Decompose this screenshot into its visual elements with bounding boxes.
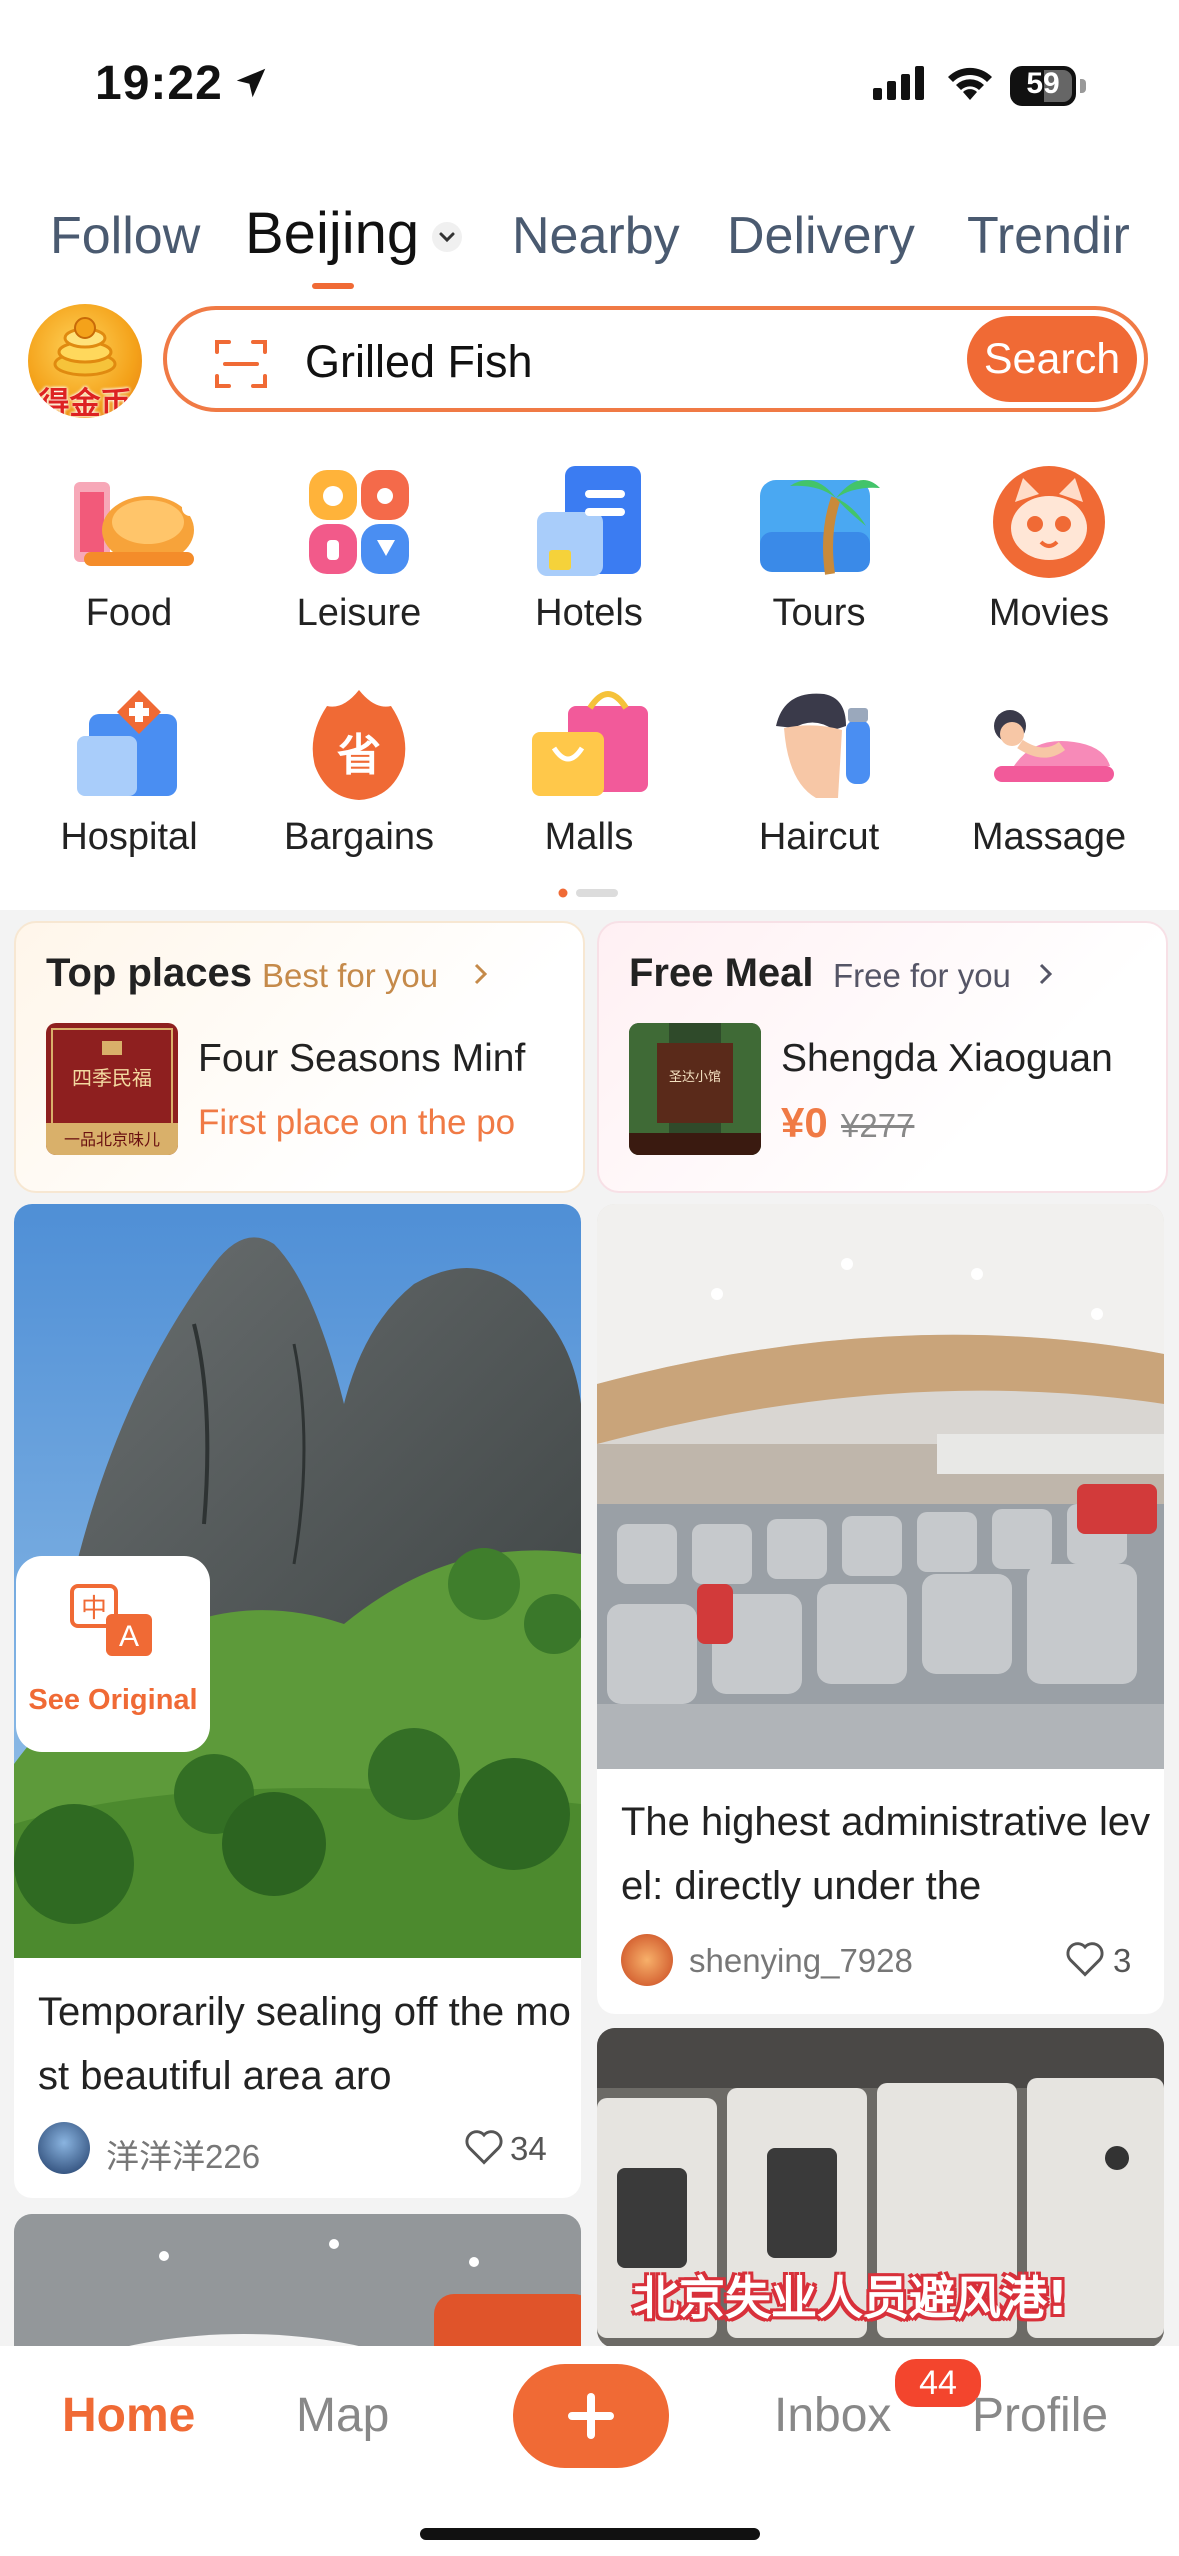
original-price: ¥277 [841,1107,915,1144]
category-leisure[interactable]: Leisure [244,462,474,635]
see-original-button[interactable]: 中 A See Original [16,1556,210,1752]
scan-icon[interactable] [213,336,269,397]
post-title: The highest administrative level: direct… [621,1800,1151,1908]
battery-level: 59 [1026,67,1060,100]
search-bar[interactable]: Grilled Fish Search [163,306,1148,412]
coin-badge-label: 得金币 [38,386,132,418]
restaurant-logo-image: 四季民福 一品北京味儿 [46,1023,178,1155]
category-label: Massage [971,816,1127,858]
palm-tree-icon [754,462,884,582]
heart-icon[interactable] [1063,1936,1107,1985]
hotel-icon [524,462,654,582]
promo-subtitle: Best for you [262,957,439,994]
category-label: Leisure [296,592,422,634]
hospital-icon [64,686,194,806]
gold-coin-badge[interactable]: 得金币 [28,304,142,418]
category-malls[interactable]: Malls [474,686,704,859]
inbox-unread-badge: 44 [892,2356,984,2410]
svg-text:省: 省 [337,730,381,781]
feed-card[interactable]: 中 A See Original Temporarily sealing off… [14,1204,581,2198]
category-label: Hotels [535,592,643,634]
translate-icon: 中 A [70,1584,156,1665]
category-label: Movies [988,592,1110,634]
nav-home[interactable]: Home [62,2388,195,2443]
like-count: 3 [1113,1942,1132,1979]
avatar[interactable] [621,1934,673,1986]
chevron-down-icon[interactable] [432,222,462,252]
category-movies[interactable]: Movies [934,462,1164,635]
plus-icon [568,2393,614,2439]
category-food[interactable]: Food [14,462,244,635]
page-indicator [558,885,620,903]
tab-trending[interactable]: Trendir [967,206,1179,266]
category-hotels[interactable]: Hotels [474,462,704,635]
see-original-label: See Original [28,1684,198,1716]
tab-follow[interactable]: Follow [50,206,200,266]
avatar[interactable] [38,2122,90,2174]
search-button[interactable]: Search [967,316,1137,402]
place-name: Four Seasons Minf [198,1037,526,1080]
nav-inbox[interactable]: Inbox [774,2388,891,2443]
bargain-flame-icon: 省 [294,686,424,806]
category-label: Malls [544,816,634,858]
category-massage[interactable]: Massage [934,686,1164,859]
like-count: 34 [510,2130,547,2167]
battery-icon: 59 [1010,66,1088,106]
photo-overlay-caption: 北京失业人员避风港! [633,2271,1068,2325]
svg-text:圣达小馆: 圣达小馆 [669,1070,721,1085]
leisure-icon [294,462,424,582]
svg-text:中: 中 [81,1594,107,1624]
category-label: Bargains [284,816,434,858]
restaurant-photo: 圣达小馆 [629,1023,761,1155]
promo-title: Free Meal [629,951,814,995]
svg-text:四季民福: 四季民福 [72,1066,152,1090]
category-hospital[interactable]: Hospital [14,686,244,859]
author-name[interactable]: shenying_7928 [689,1942,913,1980]
place-description: First place on the po [198,1103,516,1142]
search-input[interactable]: Grilled Fish [305,336,533,388]
wifi-icon [945,62,995,107]
category-label: Haircut [758,816,880,858]
promo-subtitle: Free for you [833,957,1011,994]
category-haircut[interactable]: Haircut [704,686,934,859]
location-arrow-icon [232,64,270,107]
category-bargains[interactable]: 省 Bargains [244,686,474,859]
haircut-icon [754,686,884,806]
category-tours[interactable]: Tours [704,462,934,635]
roast-chicken-icon [64,462,198,582]
feed-card[interactable]: The highest administrative level: direct… [597,1204,1164,2014]
category-label: Hospital [60,816,198,858]
deal-price: ¥0 [781,1099,828,1146]
free-meal-card[interactable]: Free Meal Free for you 圣达小馆 Shengda Xiao… [597,921,1168,1193]
place-name: Shengda Xiaoguan [781,1037,1113,1080]
create-post-button[interactable] [513,2364,669,2468]
feed-card[interactable]: 北京失业人员避风港! [597,2028,1164,2348]
nav-map[interactable]: Map [296,2388,389,2443]
tab-delivery[interactable]: Delivery [727,206,915,266]
cellular-signal-icon [873,66,929,105]
tab-nearby[interactable]: Nearby [512,206,680,266]
category-label: Food [85,592,173,634]
top-places-card[interactable]: Top places Best for you 四季民福 一品北京味儿 Four… [14,921,585,1193]
auditorium-photo [597,1204,1164,1769]
tab-beijing[interactable]: Beijing [245,200,419,267]
author-name[interactable]: 洋洋洋226 [106,2130,260,2178]
post-title: Temporarily sealing off the most beautif… [38,1990,571,2098]
chevron-right-icon [1036,959,1056,994]
home-indicator [420,2528,760,2540]
svg-text:一品北京味儿: 一品北京味儿 [64,1130,160,1149]
cat-face-icon [984,462,1114,582]
category-label: Tours [772,592,866,634]
promo-title: Top places [46,951,252,995]
status-time: 19:22 [95,57,223,110]
heart-icon[interactable] [462,2124,506,2173]
active-tab-indicator [312,283,354,289]
nav-profile[interactable]: Profile [972,2388,1108,2443]
chevron-right-icon [471,959,491,994]
shopping-bag-icon [524,686,654,806]
massage-icon [984,686,1114,806]
svg-text:A: A [119,1620,139,1653]
